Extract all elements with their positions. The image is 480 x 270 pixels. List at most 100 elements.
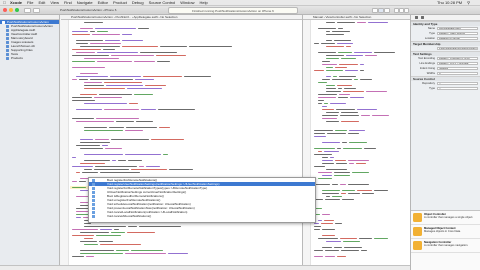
code-token (321, 223, 333, 224)
code-token (338, 88, 342, 89)
library-item[interactable]: Navigation Controller A controller that m… (411, 239, 480, 253)
completion-item[interactable]: Void cancelAllLocalNotifications() (89, 214, 315, 218)
primary-code-editor[interactable] (61, 20, 302, 270)
code-token (326, 31, 330, 32)
code-token (168, 253, 188, 254)
code-token (146, 166, 160, 167)
inspector-row-value[interactable]: AppDelegate.swift (437, 26, 478, 31)
code-token (318, 172, 332, 173)
menu-item-editor[interactable]: Editor (98, 0, 108, 5)
library-item[interactable]: Object Controller A controller that manag… (411, 211, 480, 225)
code-token (84, 103, 127, 104)
menu-item-debug[interactable]: Debug (132, 0, 144, 5)
toggle-utilities-button[interactable] (404, 8, 409, 13)
code-token (360, 64, 364, 65)
code-token (322, 79, 330, 80)
menu-item-view[interactable]: View (50, 0, 59, 5)
code-token (111, 232, 125, 233)
library-item[interactable]: Managed Object Context Manages objects in… (411, 225, 480, 239)
code-token (95, 166, 137, 167)
code-token (325, 256, 335, 257)
code-token (326, 67, 333, 68)
code-token (326, 34, 344, 35)
menu-clock[interactable]: Thu 10:28 PM (437, 0, 462, 5)
menu-item-edit[interactable]: Edit (38, 0, 45, 5)
inspector-row-label: Widths (426, 72, 435, 75)
menu-item-find[interactable]: Find (64, 0, 72, 5)
code-token (337, 256, 346, 257)
inspector-row-value[interactable]: PushNotificationsCustomAction (437, 46, 478, 51)
menu-item-navigate[interactable]: Navigate (77, 0, 93, 5)
menu-item-window[interactable]: Window (180, 0, 194, 5)
inspector-row-value[interactable]: Default - OS X / Unicode (437, 61, 478, 66)
code-token (72, 157, 76, 158)
library-object-icon (413, 227, 422, 236)
code-token (332, 196, 342, 197)
code-token (84, 223, 91, 224)
code-token (84, 244, 98, 245)
scheme-selector[interactable]: PushNotificationsCustomAction › iPhone 6 (60, 8, 116, 13)
code-token (135, 79, 154, 80)
zoom-window-button[interactable] (15, 8, 19, 12)
code-token (337, 22, 355, 23)
file-inspector-icon[interactable] (415, 16, 418, 19)
inspector-row-value[interactable]: -- (437, 86, 478, 91)
menu-item-file[interactable]: File (27, 0, 33, 5)
assistant-code-editor[interactable] (303, 20, 410, 270)
inspector-row-value[interactable]: Spaces (437, 66, 478, 71)
code-token (84, 160, 110, 161)
code-token (325, 199, 340, 200)
method-icon (92, 214, 95, 218)
code-token (340, 184, 346, 185)
code-token (157, 61, 170, 62)
code-token (72, 34, 90, 35)
run-button[interactable] (24, 8, 31, 13)
menu-item-help[interactable]: Help (200, 0, 208, 5)
code-completion-popup: Bool registerForRemoteNotifications() Voi… (88, 177, 316, 223)
code-token (159, 127, 170, 128)
code-token (112, 160, 116, 161)
inspector-row-value[interactable]: Default - Unicode (UTF-8) (437, 56, 478, 61)
code-token (322, 175, 332, 176)
code-token (318, 28, 336, 29)
code-token (163, 154, 168, 155)
code-token (72, 31, 88, 32)
search-icon[interactable]: ⚲ (467, 0, 470, 5)
close-window-button[interactable] (3, 8, 7, 12)
inspector-row-value[interactable]: 4 (437, 71, 478, 76)
code-token (345, 70, 358, 71)
code-token (330, 157, 334, 158)
code-token (158, 109, 195, 110)
code-token (104, 109, 139, 110)
inspector-row-value[interactable]: Default - Swift Source (437, 31, 478, 36)
code-token (318, 82, 327, 83)
code-token (348, 193, 360, 194)
code-token (140, 52, 177, 53)
code-token (374, 52, 395, 53)
code-token (122, 46, 158, 47)
minimize-window-button[interactable] (9, 8, 13, 12)
stop-button[interactable] (33, 8, 40, 13)
code-token (72, 235, 94, 236)
menu-item-source-control[interactable]: Source Control (149, 0, 176, 5)
code-token (314, 223, 319, 224)
navigator-item[interactable]: Products (0, 56, 59, 60)
inspector-row-label: Type (429, 32, 435, 35)
menu-item-product[interactable]: Product (113, 0, 127, 5)
library-item-text: Navigation Controller A controller that m… (424, 241, 468, 247)
code-token (160, 46, 187, 47)
code-token (100, 172, 140, 173)
code-token (116, 121, 134, 122)
version-editor-button[interactable] (384, 8, 390, 13)
code-token (94, 169, 129, 170)
apple-menu-icon[interactable]:  (3, 0, 6, 5)
inspector-row-value[interactable]: Relative to Group (437, 36, 478, 41)
code-token (72, 166, 93, 167)
code-token (341, 112, 358, 113)
menu-item-xcode[interactable]: Xcode (10, 0, 22, 5)
code-token (82, 172, 98, 173)
inspector-row-value[interactable]: -- (437, 81, 478, 86)
quick-help-icon[interactable] (421, 16, 424, 19)
code-token (79, 181, 86, 182)
code-token (324, 151, 339, 152)
